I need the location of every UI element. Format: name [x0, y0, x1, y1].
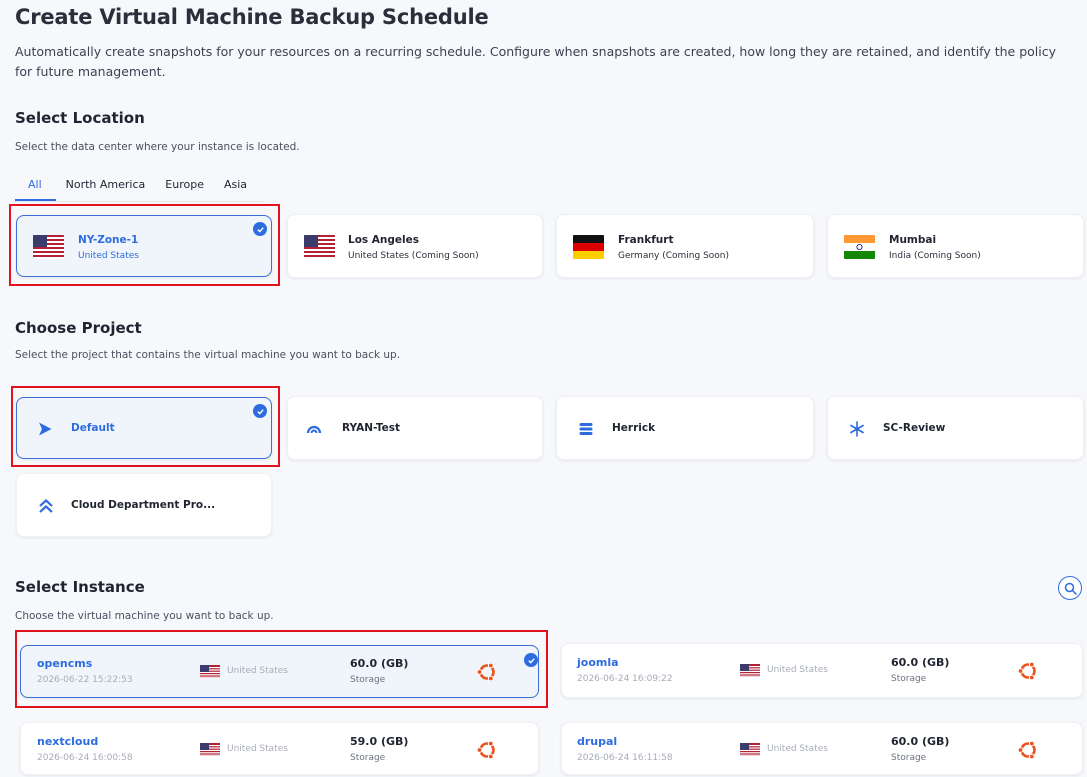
- instance-size-label: Storage: [891, 753, 927, 763]
- project-card-cloud-department[interactable]: Cloud Department Pro...: [16, 473, 272, 537]
- instance-section-description: Choose the virtual machine you want to b…: [15, 610, 274, 622]
- project-card-herrick[interactable]: Herrick: [556, 396, 814, 460]
- tab-asia[interactable]: Asia: [214, 170, 257, 201]
- instance-card-nextcloud[interactable]: nextcloud 2026-06-24 16:00:58 United Sta…: [20, 722, 539, 775]
- selected-check-icon: [253, 222, 267, 236]
- project-card-default[interactable]: Default: [16, 397, 272, 459]
- tab-europe[interactable]: Europe: [155, 170, 214, 201]
- location-country: United States: [78, 251, 139, 261]
- instance-size-label: Storage: [350, 675, 386, 685]
- instance-search-button[interactable]: [1058, 576, 1082, 600]
- location-name: Los Angeles: [348, 234, 420, 246]
- tab-north-america[interactable]: North America: [56, 170, 156, 201]
- ubuntu-icon: [1017, 740, 1036, 760]
- page-title: Create Virtual Machine Backup Schedule: [15, 5, 489, 29]
- location-card-mumbai[interactable]: Mumbai India (Coming Soon): [827, 214, 1084, 278]
- instance-size: 60.0 (GB): [891, 735, 950, 748]
- instance-size: 60.0 (GB): [350, 657, 409, 670]
- instance-created-date: 2026-06-24 16:11:58: [577, 753, 673, 763]
- project-section-description: Select the project that contains the vir…: [15, 349, 401, 361]
- location-name: Frankfurt: [618, 234, 674, 246]
- us-flag-icon: [304, 235, 335, 259]
- project-name: Cloud Department Pro...: [71, 499, 216, 511]
- instance-created-date: 2026-06-24 16:00:58: [37, 753, 133, 763]
- project-card-ryan-test[interactable]: RYAN-Test: [287, 396, 543, 460]
- project-name: Herrick: [612, 422, 656, 434]
- instance-name: nextcloud: [37, 735, 99, 748]
- location-section-description: Select the data center where your instan…: [15, 141, 300, 153]
- project-name: RYAN-Test: [342, 422, 400, 434]
- location-section-title: Select Location: [15, 109, 145, 127]
- instance-size-label: Storage: [350, 753, 386, 763]
- page-description: Automatically create snapshots for your …: [15, 44, 1057, 79]
- us-flag-icon: [200, 742, 220, 756]
- us-flag-icon: [200, 664, 220, 678]
- germany-flag-icon: [573, 235, 604, 259]
- instance-region: United States: [227, 744, 288, 754]
- location-country: Germany (Coming Soon): [618, 251, 730, 261]
- project-name: SC-Review: [883, 422, 946, 434]
- us-flag-icon: [740, 742, 760, 756]
- instance-created-date: 2026-06-22 15:22:53: [37, 675, 133, 685]
- location-name: NY-Zone-1: [78, 234, 139, 246]
- location-name: Mumbai: [889, 234, 937, 246]
- instance-size: 60.0 (GB): [891, 656, 950, 669]
- us-flag-icon: [740, 663, 760, 677]
- instance-region: United States: [767, 744, 828, 754]
- india-flag-icon: [844, 235, 875, 259]
- us-flag-icon: [33, 235, 64, 259]
- instance-name: opencms: [37, 657, 93, 670]
- instance-section-title: Select Instance: [15, 578, 145, 596]
- instance-size: 59.0 (GB): [350, 735, 409, 748]
- instance-card-opencms[interactable]: opencms 2026-06-22 15:22:53 United State…: [20, 645, 539, 698]
- instance-card-joomla[interactable]: joomla 2026-06-24 16:09:22 United States…: [561, 643, 1083, 698]
- instance-region: United States: [767, 665, 828, 675]
- ubuntu-icon: [476, 662, 495, 682]
- instance-size-label: Storage: [891, 674, 927, 684]
- search-icon: [1064, 582, 1077, 595]
- location-card-frankfurt[interactable]: Frankfurt Germany (Coming Soon): [556, 214, 814, 278]
- project-card-sc-review[interactable]: SC-Review: [827, 396, 1084, 460]
- instance-region: United States: [227, 666, 288, 676]
- instance-card-drupal[interactable]: drupal 2026-06-24 16:11:58 United States…: [561, 722, 1083, 775]
- project-section-title: Choose Project: [15, 319, 142, 337]
- location-country: India (Coming Soon): [889, 251, 981, 261]
- location-card-ny-zone-1[interactable]: NY-Zone-1 United States: [16, 215, 272, 277]
- ubuntu-icon: [1017, 661, 1036, 681]
- instance-name: drupal: [577, 735, 618, 748]
- database-stack-icon: [579, 423, 593, 435]
- selected-check-icon: [253, 404, 267, 418]
- arc-gauge-icon: [306, 425, 322, 434]
- double-chevron-up-icon: [39, 499, 53, 513]
- ubuntu-icon: [476, 740, 495, 760]
- location-card-los-angeles[interactable]: Los Angeles United States (Coming Soon): [287, 214, 543, 278]
- instance-created-date: 2026-06-24 16:09:22: [577, 674, 673, 684]
- location-tabs: All North America Europe Asia: [15, 170, 265, 202]
- location-country: United States (Coming Soon): [348, 251, 479, 261]
- instance-name: joomla: [577, 656, 619, 669]
- tab-all[interactable]: All: [15, 170, 56, 201]
- selected-check-icon: [524, 653, 538, 667]
- send-arrow-icon: [39, 422, 52, 436]
- project-name: Default: [71, 422, 115, 434]
- snowflake-icon: [850, 421, 864, 437]
